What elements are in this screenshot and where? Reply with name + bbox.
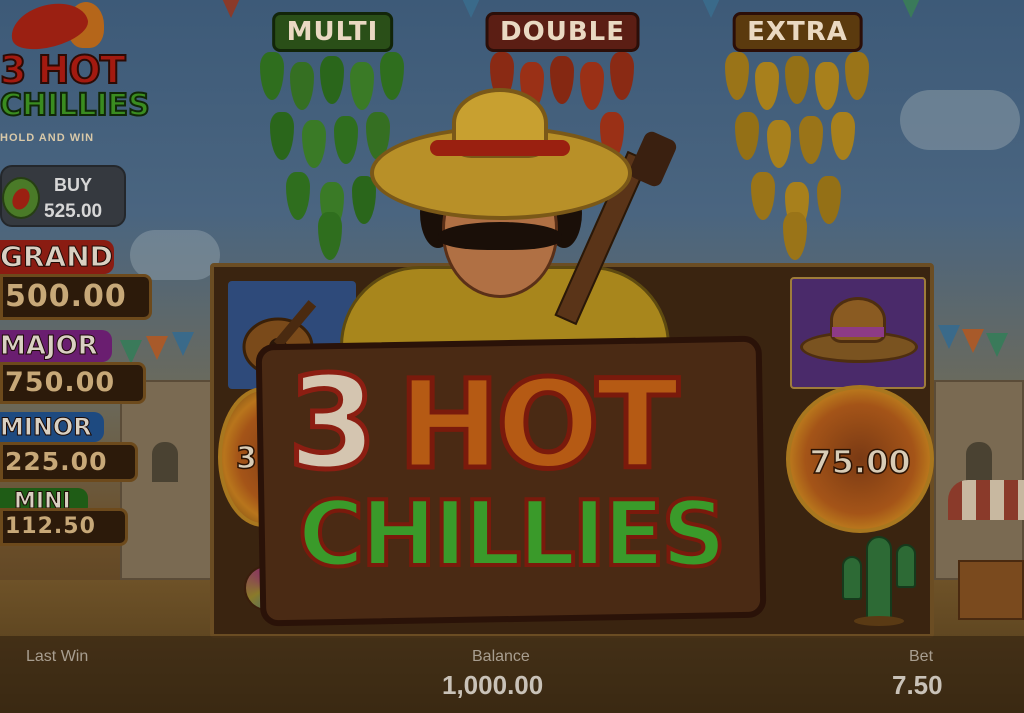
cactus-icon	[834, 532, 924, 628]
cloud	[900, 90, 1020, 150]
pepper-cluster-extra: EXTRA	[705, 12, 890, 260]
market-stall	[948, 480, 1024, 620]
jackpot-minor-title: MINOR	[0, 412, 104, 442]
jackpot-minor: MINOR 225.00	[0, 412, 138, 486]
bottom-status-bar: Last Win Balance 1,000.00 Bet 7.50	[0, 636, 1024, 713]
cluster-label-multi: MULTI	[271, 12, 394, 52]
jackpot-grand-value: 500.00	[0, 274, 152, 320]
coin-symbol-right: 75.00	[786, 385, 934, 533]
jackpot-mini: MINI 112.50	[0, 488, 128, 558]
cluster-label-double: DOUBLE	[485, 12, 640, 52]
jackpot-grand: GRAND 500.00	[0, 240, 152, 324]
balance-value: 1,000.00	[442, 670, 544, 700]
jackpot-major-value: 750.00	[0, 362, 146, 404]
title-hot: HOT	[395, 354, 681, 496]
cluster-label-extra: EXTRA	[732, 12, 863, 52]
jackpot-minor-value: 225.00	[0, 442, 138, 482]
mariachi-character	[340, 88, 720, 376]
balance-label: Balance	[472, 648, 530, 665]
jackpot-major-title: MAJOR	[0, 330, 112, 362]
logo-line2: CHILLIES	[0, 87, 151, 124]
jackpot-mini-value: 112.50	[0, 508, 128, 546]
game-title-logo: 3 HOT CHILLIES	[255, 335, 767, 627]
game-logo: 3 HOT CHILLIES HOLD AND WIN	[0, 0, 151, 150]
chili-pepper-icon	[2, 177, 40, 219]
buy-price: 525.00	[44, 201, 103, 222]
coin-right-value: 75.00	[809, 442, 912, 482]
logo-line1: 3 HOT	[0, 47, 127, 93]
title-chillies: CHILLIES	[296, 482, 728, 587]
buy-label: BUY	[54, 175, 93, 195]
jackpot-grand-title: GRAND	[0, 240, 114, 274]
title-three: 3	[285, 349, 379, 498]
bunting-right	[938, 325, 1024, 359]
game-scene: MULTI DOUBLE EXTRA 75.00 3 HOT CHILLIES …	[0, 0, 1024, 713]
jackpot-major: MAJOR 750.00	[0, 330, 146, 408]
last-win-label: Last Win	[26, 648, 89, 665]
bet-label: Bet	[909, 648, 934, 665]
bet-value[interactable]: 7.50	[892, 670, 943, 701]
buy-feature-button[interactable]: BUY 525.00	[0, 165, 126, 227]
sombrero-icon	[790, 277, 926, 389]
logo-line3: HOLD AND WIN	[0, 132, 95, 144]
